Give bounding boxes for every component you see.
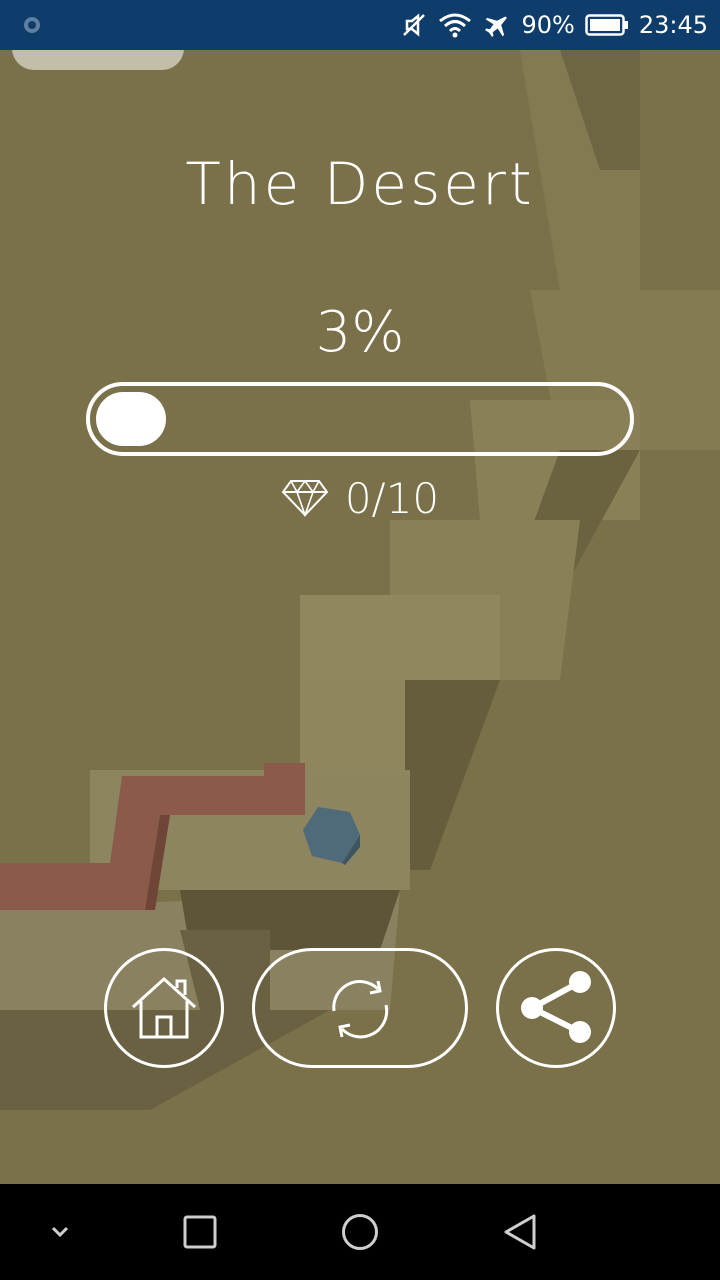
progress-bar	[86, 382, 634, 456]
collapse-icon	[51, 1226, 69, 1238]
battery-percent: 90%	[521, 11, 575, 39]
gem-count: 0/10	[344, 473, 440, 523]
home-button[interactable]	[104, 948, 224, 1068]
navigation-bar	[0, 1184, 720, 1280]
recents-button[interactable]	[180, 1212, 220, 1252]
battery-icon	[585, 14, 628, 36]
level-title: The Desert	[185, 150, 535, 218]
recents-icon	[183, 1215, 217, 1249]
wifi-icon	[439, 13, 472, 38]
retry-icon	[332, 980, 389, 1039]
mute-icon	[403, 13, 426, 37]
clock: 23:45	[638, 11, 708, 39]
airplane-icon	[485, 16, 508, 38]
home-icon	[131, 976, 197, 1039]
status-icons: 90% 23:45	[401, 0, 708, 50]
retry-button[interactable]	[252, 948, 468, 1068]
home-circle-icon	[342, 1214, 378, 1250]
status-bar: 90% 23:45	[0, 0, 720, 50]
progress-percent: 3%	[315, 300, 405, 365]
notification-dot-icon	[24, 17, 40, 33]
game-scene: The Desert 3% 0/10	[0, 50, 720, 1184]
diamond-icon	[281, 479, 329, 517]
back-icon	[504, 1214, 536, 1250]
collapse-button[interactable]	[40, 1212, 80, 1252]
home-nav-button[interactable]	[340, 1212, 380, 1252]
share-icon	[521, 971, 591, 1043]
back-button[interactable]	[500, 1212, 540, 1252]
gem-counter: 0/10	[0, 470, 720, 526]
share-button[interactable]	[496, 948, 616, 1068]
progress-fill	[96, 392, 166, 446]
level-indicator-chip	[12, 50, 184, 70]
